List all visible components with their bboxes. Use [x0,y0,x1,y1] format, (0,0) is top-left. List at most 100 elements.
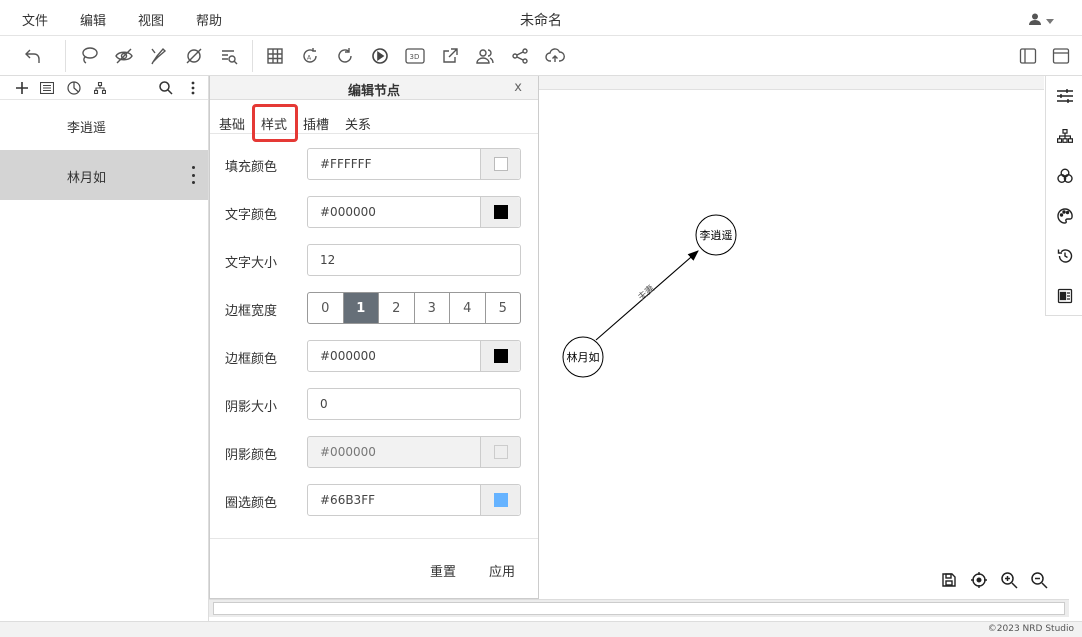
text-color-label: 文字颜色 [225,208,278,223]
dialog-footer: 重置 应用 [210,538,538,598]
text-color-input[interactable]: #000000 [307,196,521,228]
border-width-option[interactable]: 1 [343,293,379,323]
zoom-in-icon[interactable] [1000,571,1018,589]
no-entry-icon[interactable] [183,45,205,67]
color-swatch [493,157,508,171]
border-color-input[interactable]: #000000 [307,340,521,372]
border-width-option[interactable]: 2 [379,293,415,323]
shadow-color-input[interactable]: #000000 [307,436,521,468]
text-color-row: 文字颜色 #000000 [210,196,538,228]
hide-icon[interactable] [113,45,135,67]
pie-chart-icon[interactable] [66,80,82,96]
locate-icon[interactable] [970,571,988,589]
text-size-row: 文字大小 12 [210,244,538,276]
node-list-toolbar [0,76,208,100]
tab-slots[interactable]: 插槽 [303,114,329,133]
close-icon[interactable]: x [514,80,522,95]
tab-basic[interactable]: 基础 [219,114,245,133]
menu-file[interactable]: 文件 [22,10,48,29]
edit-node-dialog: 编辑节点 x 基础 样式 插槽 关系 填充颜色 #FFFFFF 文字颜色 #00… [209,76,539,599]
shadow-color-picker[interactable] [480,437,520,467]
toolbar: A 3D [0,36,1082,76]
table-icon[interactable] [264,45,286,67]
canvas-controls [940,571,1060,589]
select-color-input[interactable]: #66B3FF [307,484,521,516]
more-vertical-icon[interactable] [190,166,196,184]
fill-color-row: 填充颜色 #FFFFFF [210,148,538,180]
svg-text:A: A [307,55,312,62]
panel-window-icon[interactable] [1050,45,1072,67]
shadow-color-label: 阴影颜色 [225,448,278,463]
right-sidebar [1045,76,1082,316]
brush-icon[interactable] [148,45,170,67]
node-list-panel: 李逍遥 林月如 [0,76,209,621]
play-icon[interactable] [369,45,391,67]
node-label: 林月如 [567,350,600,364]
graph-node[interactable]: 林月如 [562,336,604,378]
menu-help[interactable]: 帮助 [196,10,222,29]
undo-icon[interactable] [22,45,44,67]
search-icon[interactable] [158,80,174,96]
border-width-option[interactable]: 5 [486,293,521,323]
report-icon[interactable] [1057,288,1073,304]
horizontal-scrollbar[interactable] [209,599,1069,617]
canvas-header [539,76,1044,90]
plus-icon[interactable] [14,80,30,96]
border-width-option[interactable]: 0 [308,293,344,323]
upload-icon[interactable] [544,45,566,67]
list-icon[interactable] [39,80,55,96]
clusters-icon[interactable] [1057,168,1073,184]
find-icon[interactable] [218,45,240,67]
user-icon [1028,12,1042,30]
export-icon[interactable] [439,45,461,67]
select-color-label: 圈选颜色 [225,496,278,511]
border-color-picker[interactable] [480,341,520,371]
list-item[interactable]: 李逍遥 [0,100,208,150]
fill-color-picker[interactable] [480,149,520,179]
color-swatch [493,493,508,507]
auto-layout-icon[interactable]: A [299,45,321,67]
graph-node[interactable]: 李逍遥 [695,214,737,256]
active-tab-highlight [252,104,298,142]
lasso-icon[interactable] [78,45,100,67]
panel-left-icon[interactable] [1017,45,1039,67]
text-color-picker[interactable] [480,197,520,227]
3d-icon[interactable]: 3D [404,45,426,67]
scrollbar-thumb[interactable] [213,602,1065,615]
menubar: 文件 编辑 视图 帮助 未命名 [0,0,1082,36]
menu-view[interactable]: 视图 [138,10,164,29]
apply-button[interactable]: 应用 [489,561,515,580]
save-icon[interactable] [940,571,958,589]
user-menu[interactable] [1028,12,1054,30]
history-icon[interactable] [1057,248,1073,264]
text-size-input[interactable]: 12 [307,244,521,276]
sliders-icon[interactable] [1057,88,1073,104]
more-vertical-icon[interactable] [185,80,201,96]
hierarchy-icon[interactable] [1057,128,1073,144]
fill-color-input[interactable]: #FFFFFF [307,148,521,180]
refresh-icon[interactable] [334,45,356,67]
users-icon[interactable] [474,45,496,67]
text-size-label: 文字大小 [225,256,278,271]
reset-button[interactable]: 重置 [430,561,456,580]
border-width-option[interactable]: 4 [450,293,486,323]
border-color-label: 边框颜色 [225,352,278,367]
list-item-label: 李逍遥 [67,121,107,136]
shadow-size-label: 阴影大小 [225,400,278,415]
menu-edit[interactable]: 编辑 [80,10,106,29]
border-width-option[interactable]: 3 [415,293,450,323]
select-color-picker[interactable] [480,485,520,515]
border-color-row: 边框颜色 #000000 [210,340,538,372]
shadow-size-row: 阴影大小 0 [210,388,538,420]
dialog-title: 编辑节点 [347,84,400,99]
border-width-selector: 0 1 2 3 4 5 [307,292,521,324]
zoom-out-icon[interactable] [1030,571,1048,589]
palette-icon[interactable] [1057,208,1073,224]
tab-relations[interactable]: 关系 [345,114,371,133]
list-item[interactable]: 林月如 [0,150,208,200]
select-color-row: 圈选颜色 #66B3FF [210,484,538,516]
graph-canvas[interactable]: 夫妻 李逍遥 林月如 [539,90,1044,600]
share-icon[interactable] [509,45,531,67]
hierarchy-icon[interactable] [92,80,108,96]
shadow-size-input[interactable]: 0 [307,388,521,420]
